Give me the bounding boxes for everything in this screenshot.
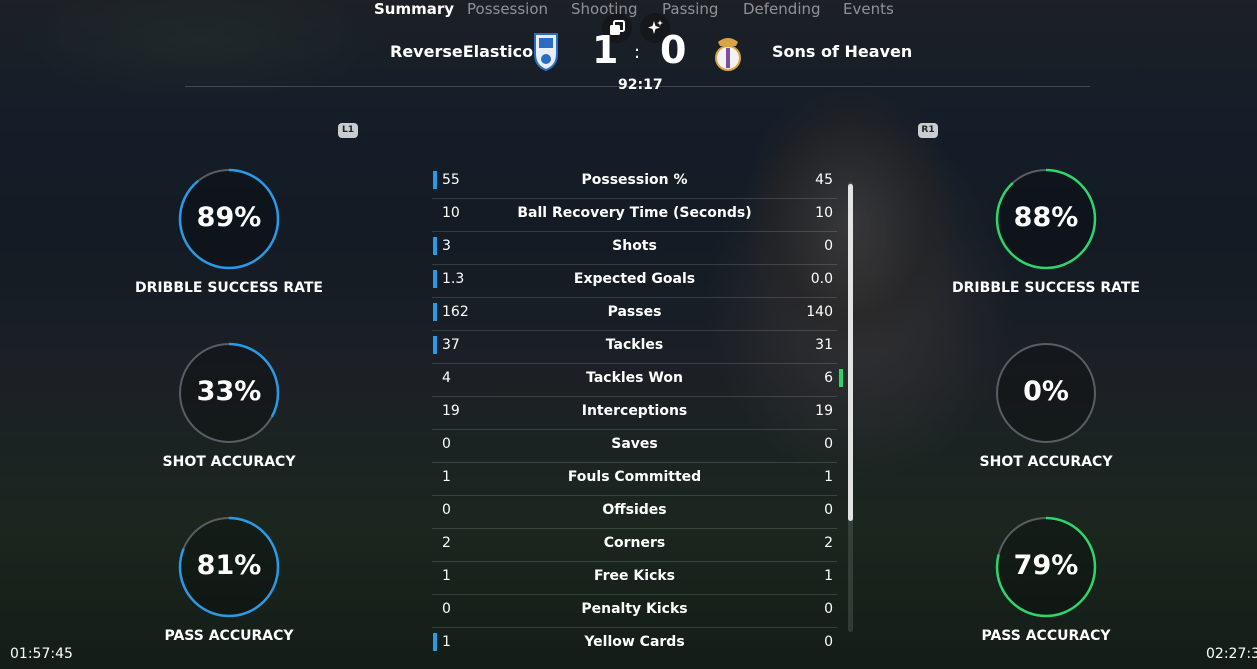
stat-row-free-kicks: 1 Free Kicks 1 [432, 561, 837, 595]
home-dribble-label: DRIBBLE SUCCESS RATE [135, 280, 323, 296]
stat-away-value: 0 [824, 238, 833, 254]
away-club-crest-icon [715, 38, 741, 71]
home-pass-label: PASS ACCURACY [164, 628, 294, 644]
tab-possession[interactable]: Possession [467, 0, 548, 18]
stat-name: Corners [603, 535, 666, 551]
score-separator: : [634, 42, 641, 63]
away-pass-label: PASS ACCURACY [981, 628, 1111, 644]
timestamp-right: 02:27:3 [1206, 646, 1257, 662]
tab-events[interactable]: Events [843, 0, 894, 18]
stat-away-value: 1 [824, 469, 833, 485]
stat-away-value: 0 [824, 502, 833, 518]
away-dribble-label: DRIBBLE SUCCESS RATE [952, 280, 1140, 296]
home-shot-label: SHOT ACCURACY [162, 454, 296, 470]
stat-name: Shots [612, 238, 657, 254]
stat-row-recovery-time: 10 Ball Recovery Time (Seconds) 10 [432, 198, 837, 232]
away-team-name: Sons of Heaven [772, 42, 913, 61]
stat-row-interceptions: 19 Interceptions 19 [432, 396, 837, 430]
stat-away-value: 1 [824, 568, 833, 584]
stat-row-tackles: 37 Tackles 31 [432, 330, 837, 364]
stat-away-value: 0 [824, 634, 833, 650]
home-pass-value: 81% [196, 550, 262, 581]
stat-row-saves: 0 Saves 0 [432, 429, 837, 463]
away-pass-value: 79% [1013, 550, 1079, 581]
stat-row-tackles-won: 4 Tackles Won 6 [432, 363, 843, 397]
away-shot-label: SHOT ACCURACY [979, 454, 1113, 470]
stat-name: Expected Goals [573, 271, 696, 287]
stat-away-value: 6 [824, 370, 833, 386]
stat-away-value: 0 [824, 601, 833, 617]
stat-row-penalty-kicks: 0 Penalty Kicks 0 [432, 594, 837, 628]
stat-name: Passes [607, 304, 662, 320]
away-dribble-value: 88% [1013, 202, 1079, 233]
stat-name: Tackles Won [586, 370, 683, 386]
l1-button-icon[interactable]: L1 [338, 123, 358, 138]
stat-away-value: 0.0 [810, 271, 833, 287]
stat-name: Fouls Committed [567, 469, 702, 485]
stat-away-value: 0 [824, 436, 833, 452]
stat-away-value: 2 [824, 535, 833, 551]
stat-row-possession: 55 Possession % 45 [432, 165, 837, 199]
stat-away-value: 45 [815, 172, 833, 188]
stat-name: Penalty Kicks [581, 601, 688, 617]
stat-name: Interceptions [581, 403, 688, 419]
match-stats-screen: ReverseElastico 1 : 0 Sons of Heaven 92:… [0, 0, 1257, 669]
away-leader-bar [839, 369, 843, 387]
stat-name: Ball Recovery Time (Seconds) [517, 205, 752, 221]
tab-summary[interactable]: Summary [374, 0, 454, 18]
stat-name: Possession % [581, 172, 688, 188]
stat-row-expected-goals: 1.3 Expected Goals 0.0 [432, 264, 837, 298]
stat-away-value: 31 [815, 337, 833, 353]
stat-row-yellow-cards: 1 Yellow Cards 0 [432, 627, 837, 660]
stats-scrollbar-thumb[interactable] [848, 184, 853, 521]
home-score: 1 [592, 28, 619, 72]
home-club-crest-icon [534, 33, 558, 72]
stat-name: Saves [611, 436, 658, 452]
tab-defending[interactable]: Defending [743, 0, 821, 18]
stat-name: Offsides [602, 502, 667, 518]
stat-name: Tackles [605, 337, 664, 353]
stat-away-value: 140 [806, 304, 833, 320]
tab-shooting[interactable]: Shooting [571, 0, 637, 18]
stat-row-corners: 2 Corners 2 [432, 528, 837, 562]
stat-name: Free Kicks [593, 568, 676, 584]
home-team-name: ReverseElastico [390, 42, 534, 61]
stat-row-offsides: 0 Offsides 0 [432, 495, 837, 529]
stat-name: Yellow Cards [584, 634, 685, 650]
stat-row-fouls-committed: 1 Fouls Committed 1 [432, 462, 837, 496]
stat-row-passes: 162 Passes 140 [432, 297, 837, 331]
stat-away-value: 10 [815, 205, 833, 221]
match-clock: 92:17 [618, 77, 663, 93]
stat-away-value: 19 [815, 403, 833, 419]
timestamp-left: 01:57:45 [10, 646, 73, 662]
stat-row-shots: 3 Shots 0 [432, 231, 837, 265]
home-shot-value: 33% [196, 376, 262, 407]
home-dribble-value: 89% [196, 202, 262, 233]
tab-passing[interactable]: Passing [662, 0, 718, 18]
away-shot-value: 0% [1023, 376, 1069, 407]
away-score: 0 [660, 28, 687, 72]
r1-button-icon[interactable]: R1 [918, 123, 938, 138]
